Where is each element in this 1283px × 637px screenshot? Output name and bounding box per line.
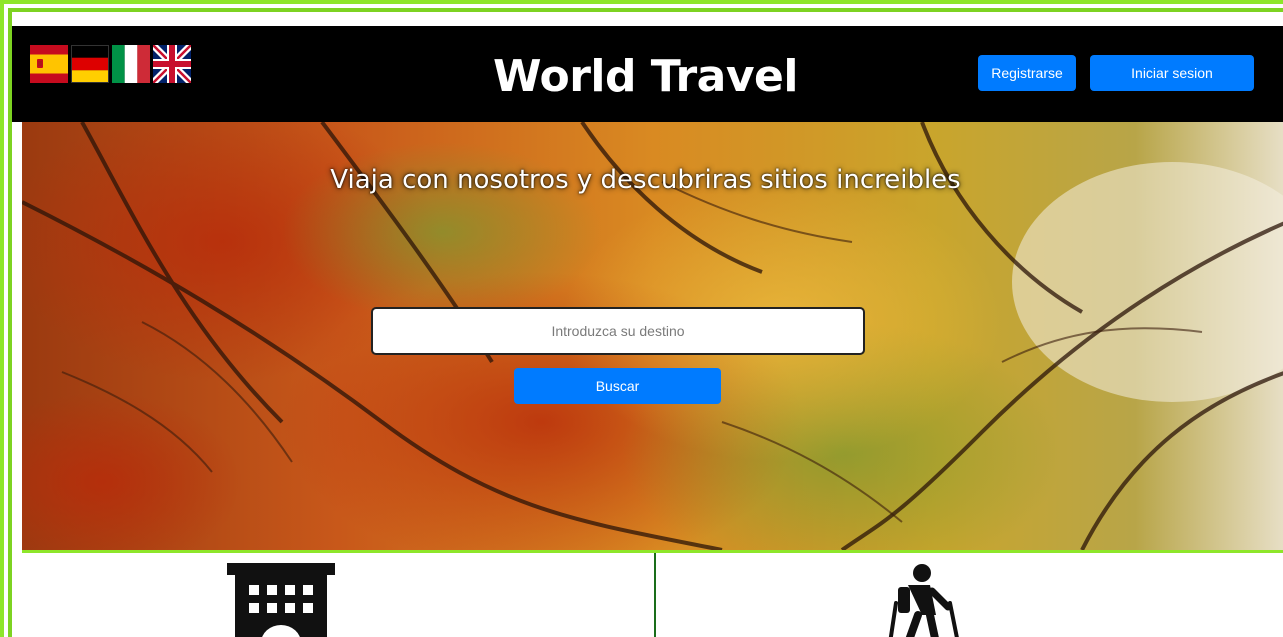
hero-headline: Viaja con nosotros y descubriras sitios … <box>330 165 961 195</box>
hero-banner: Viaja con nosotros y descubriras sitios … <box>22 122 1283 550</box>
hotel-icon[interactable] <box>227 563 337 637</box>
category-section <box>22 550 1283 637</box>
section-divider <box>654 553 656 637</box>
page: World Travel Registrarse Iniciar sesion <box>0 0 1283 637</box>
hiking-icon[interactable] <box>872 563 972 637</box>
destination-search-input[interactable] <box>371 307 865 355</box>
search-button[interactable]: Buscar <box>514 368 721 404</box>
register-button[interactable]: Registrarse <box>978 55 1076 91</box>
login-button[interactable]: Iniciar sesion <box>1090 55 1254 91</box>
